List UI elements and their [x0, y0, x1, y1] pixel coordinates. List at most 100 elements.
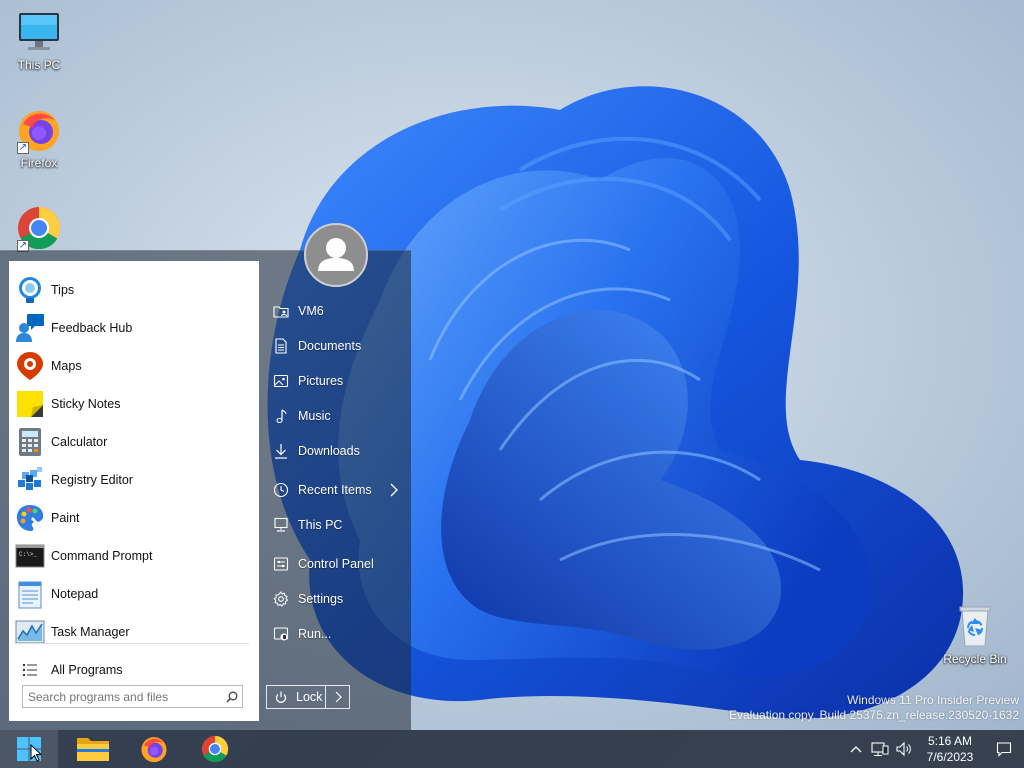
speaker-icon	[895, 741, 913, 757]
svg-text:C:\>_: C:\>_	[19, 551, 37, 558]
program-item-sticky-notes[interactable]: Sticky Notes	[9, 385, 259, 423]
place-item-pictures[interactable]: Pictures	[259, 366, 411, 396]
search-icon[interactable]	[222, 687, 242, 707]
start-menu-places-pane: VM6 Documents Pictures Music Downloads R…	[259, 223, 411, 731]
program-item-registry-editor[interactable]: Registry Editor	[9, 461, 259, 499]
program-item-command-prompt[interactable]: C:\>_ Command Prompt	[9, 537, 259, 575]
place-label: VM6	[298, 304, 324, 318]
user-folder-icon	[272, 302, 290, 320]
start-button[interactable]	[0, 730, 58, 768]
search-input[interactable]	[23, 689, 222, 704]
network-icon	[871, 741, 889, 757]
taskbar-file-explorer[interactable]	[64, 730, 122, 768]
start-menu: Tips Feedback Hub Maps Sticky Notes Calc…	[0, 223, 411, 731]
file-explorer-icon	[76, 735, 110, 763]
power-icon	[275, 691, 287, 703]
picture-icon	[272, 372, 290, 390]
program-item-calculator[interactable]: Calculator	[9, 423, 259, 461]
place-item-recent-items[interactable]: Recent Items	[259, 475, 411, 505]
shortcut-arrow-icon: ↗	[17, 142, 29, 154]
run-icon	[272, 625, 290, 643]
notification-center-button[interactable]	[984, 730, 1024, 768]
gear-icon	[272, 590, 290, 608]
firefox-icon	[139, 734, 169, 764]
taskbar: 5:16 AM 7/6/2023	[0, 730, 1024, 768]
firefox-icon: ↗	[15, 106, 63, 154]
watermark-edition: Windows 11 Pro Insider Preview	[847, 693, 1019, 707]
program-item-task-manager[interactable]: Task Manager	[9, 613, 259, 651]
program-item-tips[interactable]: Tips	[9, 271, 259, 309]
program-label: Paint	[51, 511, 80, 525]
feedback-hub-icon	[15, 313, 45, 343]
program-item-feedback-hub[interactable]: Feedback Hub	[9, 309, 259, 347]
program-label: Tips	[51, 283, 75, 297]
taskbar-chrome[interactable]	[186, 730, 244, 768]
music-note-icon	[272, 407, 290, 425]
program-label: Maps	[51, 359, 82, 373]
place-label: Run...	[298, 627, 332, 641]
place-label: Downloads	[298, 444, 360, 458]
place-item-this-pc[interactable]: This PC	[259, 510, 411, 540]
mouse-cursor-icon	[30, 744, 42, 762]
notification-icon	[996, 741, 1012, 757]
chevron-up-icon	[850, 745, 862, 753]
desktop-icon-this-pc[interactable]: This PC	[4, 8, 74, 72]
place-label: Music	[298, 409, 331, 423]
desktop-icon-label: This PC	[17, 58, 61, 72]
chevron-right-icon	[389, 482, 399, 501]
chrome-icon	[200, 734, 230, 764]
desktop-icon-label: Firefox	[20, 156, 58, 170]
user-avatar[interactable]	[304, 223, 368, 287]
network-button[interactable]	[868, 730, 892, 768]
watermark-build: Evaluation copy. Build 25375.zn_release.…	[729, 708, 1019, 722]
place-item-control-panel[interactable]: Control Panel	[259, 549, 411, 579]
calculator-icon	[15, 427, 45, 457]
system-tray: 5:16 AM 7/6/2023	[844, 730, 1024, 768]
place-item-run[interactable]: Run...	[259, 619, 411, 649]
chevron-right-icon	[334, 691, 342, 703]
desktop-icon-recycle-bin[interactable]: Recycle Bin	[940, 602, 1010, 666]
clock-date: 7/6/2023	[926, 750, 974, 764]
desktop-icon-firefox[interactable]: ↗ Firefox	[4, 106, 74, 170]
place-label: Recent Items	[298, 483, 372, 497]
taskbar-firefox[interactable]	[125, 730, 183, 768]
place-item-documents[interactable]: Documents	[259, 331, 411, 361]
download-icon	[272, 442, 290, 460]
desktop-icon-chrome[interactable]: ↗	[4, 204, 74, 254]
recycle-bin-icon	[951, 602, 999, 650]
place-item-music[interactable]: Music	[259, 401, 411, 431]
programs-divider	[15, 643, 249, 644]
monitor-icon	[15, 8, 63, 56]
sticky-notes-icon	[15, 389, 45, 419]
place-item-user-folder[interactable]: VM6	[259, 296, 411, 326]
place-label: Pictures	[298, 374, 344, 388]
program-item-maps[interactable]: Maps	[9, 347, 259, 385]
program-item-paint[interactable]: Paint	[9, 499, 259, 537]
lock-button-group: Lock	[266, 685, 350, 709]
tips-icon	[15, 275, 45, 305]
all-programs-button[interactable]: All Programs	[9, 651, 259, 689]
clock[interactable]: 5:16 AM 7/6/2023	[916, 733, 984, 765]
all-programs-label: All Programs	[51, 663, 123, 677]
program-label: Task Manager	[51, 625, 130, 639]
clock-icon	[272, 481, 290, 499]
lock-button[interactable]: Lock	[266, 685, 326, 709]
command-prompt-icon: C:\>_	[15, 541, 45, 571]
paint-icon	[15, 503, 45, 533]
place-item-downloads[interactable]: Downloads	[259, 436, 411, 466]
lock-label: Lock	[296, 690, 323, 704]
registry-editor-icon	[15, 465, 45, 495]
program-item-notepad[interactable]: Notepad	[9, 575, 259, 613]
search-box[interactable]	[22, 685, 243, 708]
volume-button[interactable]	[892, 730, 916, 768]
notepad-icon	[15, 579, 45, 609]
power-options-button[interactable]	[326, 685, 350, 709]
program-label: Calculator	[51, 435, 108, 449]
clock-time: 5:16 AM	[927, 734, 973, 748]
document-icon	[272, 337, 290, 355]
place-label: This PC	[298, 518, 343, 532]
desktop-icon-label: Recycle Bin	[943, 652, 1007, 666]
show-hidden-icons-button[interactable]	[844, 730, 868, 768]
start-menu-programs-pane: Tips Feedback Hub Maps Sticky Notes Calc…	[9, 261, 259, 721]
place-item-settings[interactable]: Settings	[259, 584, 411, 614]
